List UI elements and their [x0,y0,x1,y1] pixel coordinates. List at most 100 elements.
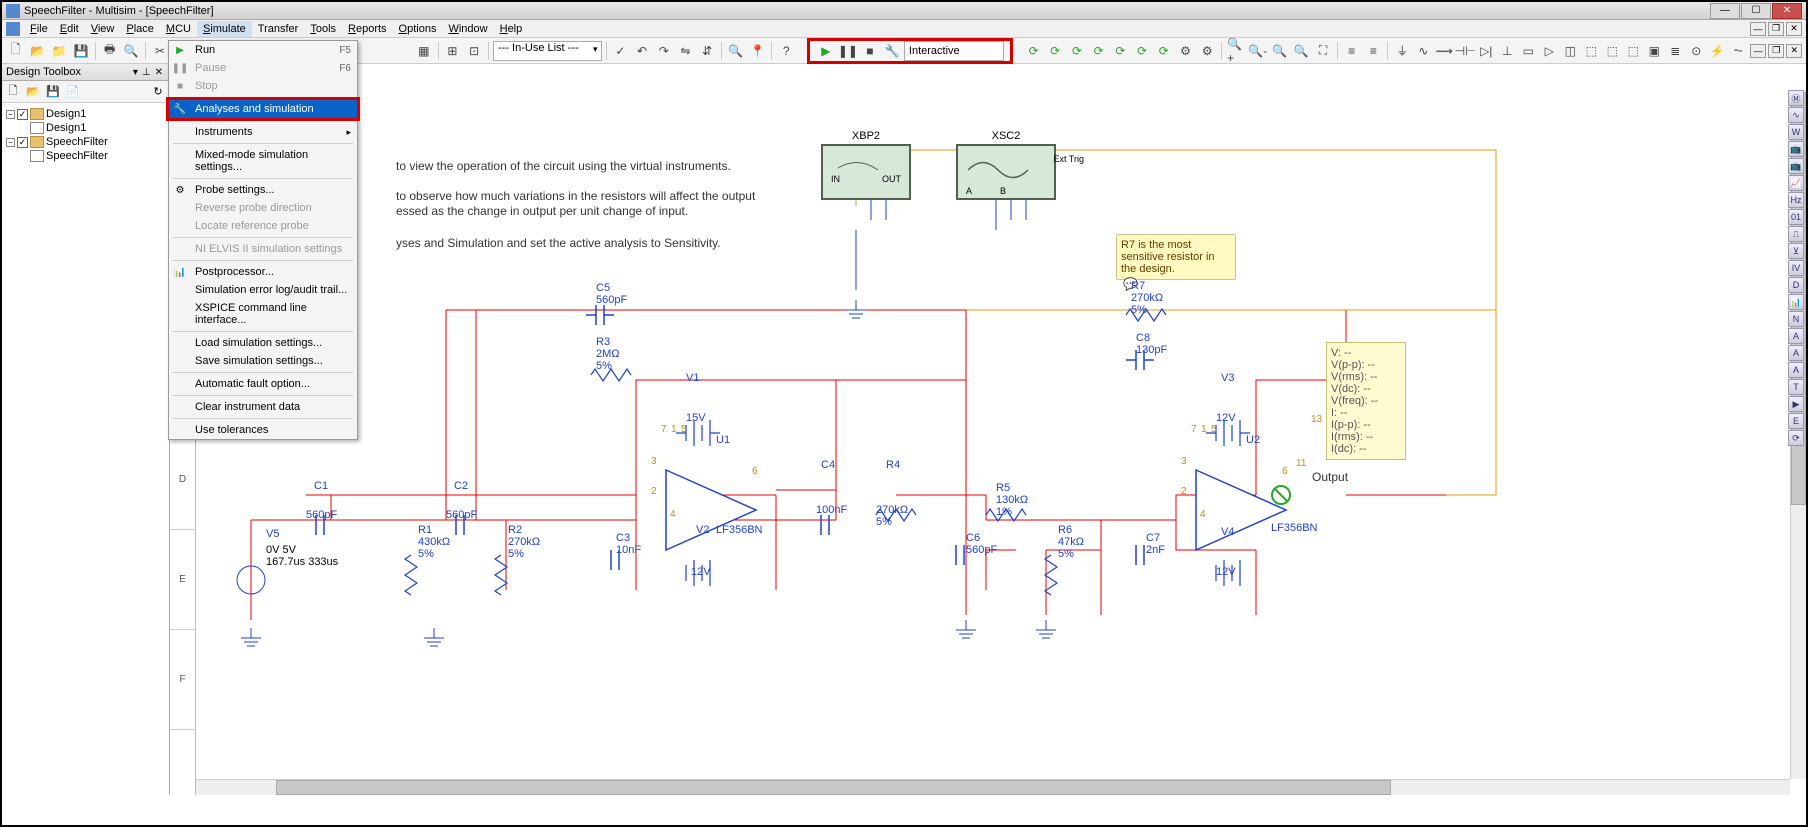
tool-g-icon[interactable]: ⟳ [1154,41,1174,61]
mirror-icon[interactable]: ⇵ [697,41,717,61]
close-button[interactable]: ✕ [1772,3,1802,19]
place-misc3-icon[interactable]: ⬚ [1623,41,1643,61]
design-prop-icon[interactable]: 📄 [64,83,82,101]
place-misc-icon[interactable]: ⬚ [1581,41,1601,61]
place-ground-icon[interactable]: ⏚ [1392,41,1412,61]
schematic-canvas[interactable]: to view the operation of the circuit usi… [196,64,1806,795]
4ch-scope-icon[interactable]: 📺 [1788,158,1804,174]
mdi-minimize-button[interactable]: — [1750,22,1766,36]
pause-button[interactable]: ❚❚ [838,41,858,61]
tool-d-icon[interactable]: ⟳ [1089,41,1109,61]
logic-analyzer-icon[interactable]: ⎍ [1788,226,1804,242]
menu-options[interactable]: Options [393,21,443,37]
instrument-xbp2[interactable]: XBP2 IN OUT [821,144,911,200]
tree-checkbox[interactable]: ✓ [17,137,28,148]
menu-tools[interactable]: Tools [304,21,342,37]
list2-icon[interactable]: ≡ [1364,41,1384,61]
menu-simulate[interactable]: Simulate [197,21,252,37]
spectrum-icon[interactable]: 📊 [1788,294,1804,310]
fullscreen-icon[interactable]: ⛶ [1313,41,1333,61]
tool-e-icon[interactable]: ⟳ [1111,41,1131,61]
place-ic-icon[interactable]: ▭ [1518,41,1538,61]
menu-xspice[interactable]: XSPICE command line interface... [169,299,357,329]
elvis-icon[interactable]: E [1788,413,1804,429]
menu-file[interactable]: File [24,21,54,37]
in-use-list-dropdown[interactable]: --- In-Use List --- [493,41,602,61]
horizontal-scrollbar[interactable] [196,779,1790,795]
zoom-out-icon[interactable]: 🔍- [1248,41,1268,61]
tree-label[interactable]: SpeechFilter [46,136,108,148]
sim-mode-field[interactable]: Interactive [904,41,1004,61]
mdi-restore-button[interactable]: ❐ [1768,22,1784,36]
component-icon[interactable]: ⊞ [443,41,463,61]
maximize-button[interactable]: ☐ [1741,3,1771,19]
place-source-icon[interactable]: ∿ [1413,41,1433,61]
cut-icon[interactable]: ✂ [150,41,170,61]
panel-max-icon[interactable]: ❐ [1768,44,1784,58]
open-icon[interactable]: 📂 [28,41,48,61]
place-rf-icon[interactable]: ⏦ [1728,41,1748,61]
current-probe-icon[interactable]: ⟳ [1788,430,1804,446]
multimeter-icon[interactable]: Ⓜ [1788,90,1804,106]
function-gen-icon[interactable]: ∿ [1788,107,1804,123]
place-conn-icon[interactable]: ⊙ [1686,41,1706,61]
agilent-mm-icon[interactable]: A [1788,345,1804,361]
menu-mixed-mode[interactable]: Mixed-mode simulation settings... [169,146,357,176]
menu-edit[interactable]: Edit [54,21,85,37]
place-t-icon[interactable]: ⊥ [1497,41,1517,61]
menu-error-log[interactable]: Simulation error log/audit trail... [169,281,357,299]
menu-view[interactable]: View [85,21,121,37]
zoom-icon[interactable]: 🔍 [726,41,746,61]
menu-instruments[interactable]: Instruments▸ [169,123,357,141]
menu-use-tolerances[interactable]: Use tolerances [169,421,357,439]
menu-postprocessor[interactable]: 📊Postprocessor... [169,263,357,281]
menu-reports[interactable]: Reports [342,21,393,37]
zoom-area-icon[interactable]: 🔍 [1270,41,1290,61]
probe-icon[interactable]: 📍 [748,41,768,61]
panel-dropdown-icon[interactable]: ▾ [131,67,140,78]
menu-run[interactable]: ▶RunF5 [169,41,357,59]
help-icon[interactable]: ? [776,41,796,61]
word-gen-icon[interactable]: 01 [1788,209,1804,225]
logic-conv-icon[interactable]: ⊻ [1788,243,1804,259]
panel-min-icon[interactable]: — [1750,44,1766,58]
menu-probe-settings[interactable]: ⚙Probe settings... [169,181,357,199]
place-misc2-icon[interactable]: ⬚ [1602,41,1622,61]
run-button[interactable]: ▶ [816,41,836,61]
save-icon[interactable]: 💾 [71,41,91,61]
freq-counter-icon[interactable]: Hz [1788,192,1804,208]
print-icon[interactable]: 🖶 [100,41,120,61]
interactive-icon[interactable]: 🔧 [882,41,902,61]
zoom-fit-icon[interactable]: 🔍 [1291,41,1311,61]
place-mcu-icon[interactable]: ▣ [1644,41,1664,61]
refresh-icon[interactable]: ↻ [149,83,167,101]
flip-icon[interactable]: ⇋ [676,41,696,61]
rotate-right-icon[interactable]: ↷ [654,41,674,61]
panel-x-icon[interactable]: ✕ [153,67,165,78]
menu-place[interactable]: Place [120,21,160,37]
tree-label[interactable]: Design1 [46,108,86,120]
wattmeter-icon[interactable]: W [1788,124,1804,140]
check-icon[interactable]: ✓ [611,41,631,61]
agilent-fg-icon[interactable]: A [1788,328,1804,344]
tree-label[interactable]: SpeechFilter [46,150,108,162]
place-d-icon[interactable]: ▷| [1476,41,1496,61]
tree-collapse-icon[interactable]: − [6,110,15,119]
panel-pin-icon[interactable]: ⊥ [140,67,153,78]
zoom-in-icon[interactable]: 🔍+ [1226,41,1246,61]
tool-i-icon[interactable]: ⚙ [1197,41,1217,61]
place-c-icon[interactable]: ⊣⊢ [1455,41,1475,61]
open-design-icon[interactable]: 📂 [24,83,42,101]
tree-checkbox[interactable]: ✓ [17,109,28,120]
design-tree[interactable]: −✓Design1 Design1 −✓SpeechFilter SpeechF… [2,103,169,795]
place-r-icon[interactable]: ⟿ [1434,41,1454,61]
agilent-scope-icon[interactable]: A [1788,362,1804,378]
tree-label[interactable]: Design1 [46,122,86,134]
menu-load-settings[interactable]: Load simulation settings... [169,334,357,352]
new-design-icon[interactable]: 🗋 [4,83,22,101]
bode-plotter-icon[interactable]: 📈 [1788,175,1804,191]
minimize-button[interactable]: — [1710,3,1740,19]
place-bus-icon[interactable]: ≣ [1665,41,1685,61]
distortion-icon[interactable]: D [1788,277,1804,293]
menu-mcu[interactable]: MCU [160,21,197,37]
